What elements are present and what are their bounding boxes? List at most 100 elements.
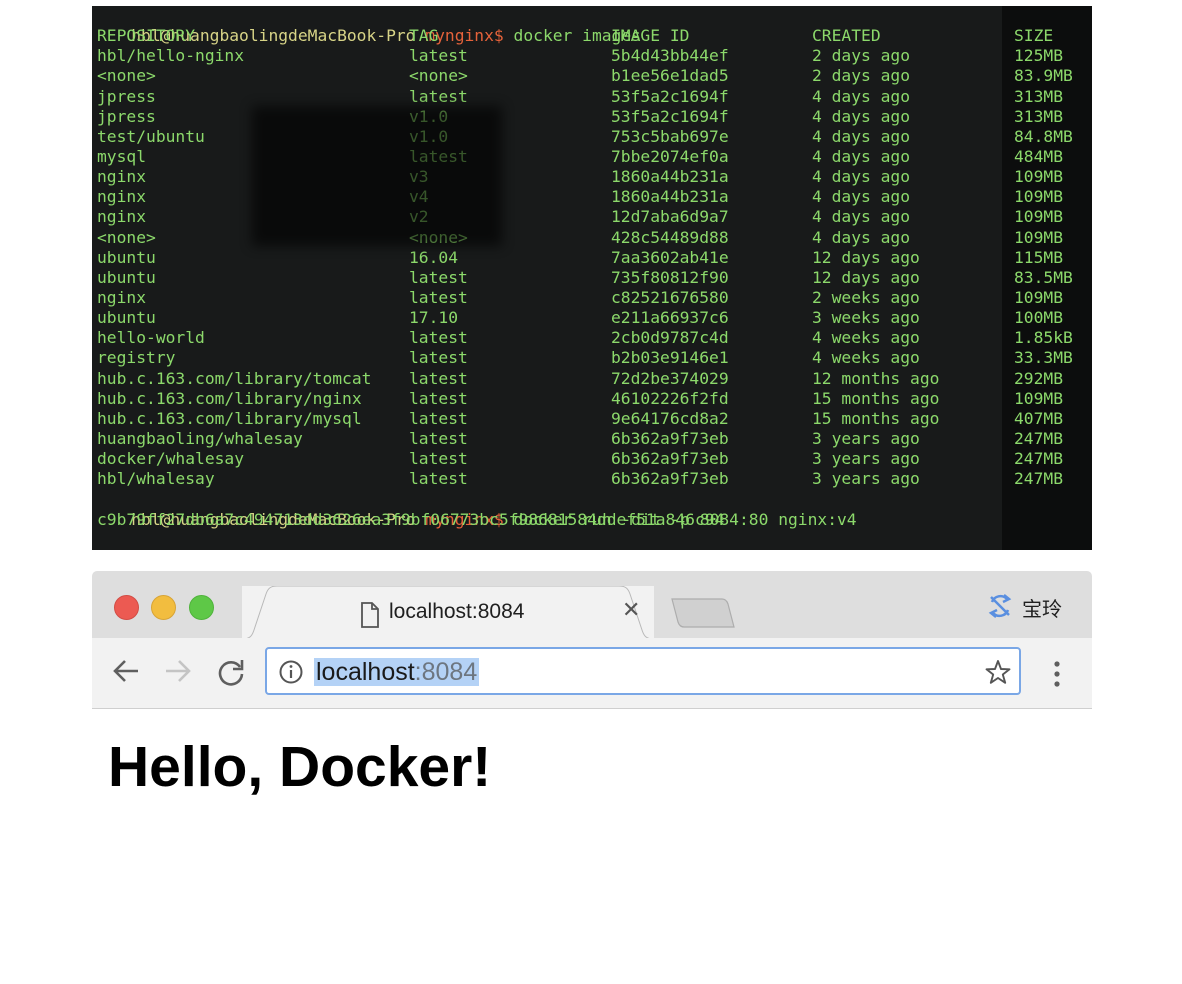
table-row: hub.c.163.com/library/nginx latest 4610222… [92,389,1092,409]
cell-size: 109MB [1014,207,1064,227]
profile-name[interactable]: 宝玲 [1022,593,1062,622]
cell-image-id: e211a66937c6 [611,308,729,328]
cell-size: 84.8MB [1014,126,1073,146]
cell-created: 4 days ago [812,86,911,106]
menu-dots-icon[interactable] [1053,660,1061,688]
cell-tag: latest [409,449,468,469]
cell-created: 12 days ago [812,267,920,287]
cell-created: 15 months ago [812,388,940,408]
info-icon[interactable] [279,660,303,684]
table-row: docker/whalesay latest 6b362a9f73eb 3 years… [92,449,1092,469]
prompt-line-2: hbl@huangbaolingdeMacBook-Pro mynginx$ d… [92,489,1092,529]
cell-size: 125MB [1014,46,1064,66]
cell-repository: nginx [97,207,147,227]
tab-localhost[interactable]: localhost:8084 ✕ [242,586,654,639]
table-row: hub.c.163.com/library/mysql latest 9e64176… [92,409,1092,429]
tab-bar: localhost:8084 ✕ 宝玲 [92,571,1092,639]
cell-size: 109MB [1014,287,1064,307]
cell-image-id: 1860a44b231a [611,167,729,187]
cell-image-id: c82521676580 [611,287,729,307]
address-bar[interactable]: localhost:8084 [265,647,1021,695]
cell-image-id: 1860a44b231a [611,187,729,207]
cell-image-id: 753c5bab697e [611,126,729,146]
cell-created: 4 weeks ago [812,328,920,348]
cell-image-id: 6b362a9f73eb [611,428,729,448]
table-row: nginx v2 12d7aba6d9a7 4 days ago 109MB [92,207,1092,227]
close-window-button[interactable] [114,595,139,620]
cell-tag: latest [409,328,468,348]
bookmark-star-icon[interactable] [985,659,1011,685]
table-row: ubuntu 16.04 7aa3602ab41e 12 days ago 115MB [92,248,1092,268]
page-content: Hello, Docker! [92,709,1092,984]
cell-tag: <none> [409,227,468,247]
cell-tag: 16.04 [409,247,459,267]
cell-created: 4 days ago [812,207,911,227]
minimize-window-button[interactable] [151,595,176,620]
cell-size: 247MB [1014,469,1064,489]
cell-tag: latest [409,86,468,106]
cell-tag: latest [409,469,468,489]
cell-image-id: 12d7aba6d9a7 [611,207,729,227]
cell-tag: latest [409,388,468,408]
cell-size: 247MB [1014,428,1064,448]
cell-image-id: 53f5a2c1694f [611,86,729,106]
sync-icon[interactable] [987,593,1013,619]
cell-size: 1.85kB [1014,328,1073,348]
cell-repository: mysql [97,146,147,166]
terminal-window: hbl@huangbaolingdeMacBook-Pro mynginx$ d… [92,6,1092,550]
cell-created: 4 days ago [812,126,911,146]
tab-title: localhost:8084 [389,600,525,623]
header-created: CREATED [812,26,881,46]
cell-image-id: 7bbe2074ef0a [611,146,729,166]
table-row: registry latest b2b03e9146e1 4 weeks ago 33.… [92,348,1092,368]
cell-created: 15 months ago [812,408,940,428]
cell-created: 4 days ago [812,227,911,247]
table-row: hello-world latest 2cb0d9787c4d 4 weeks ago… [92,328,1092,348]
cell-size: 109MB [1014,187,1064,207]
cell-created: 3 weeks ago [812,308,920,328]
cell-created: 4 days ago [812,167,911,187]
table-row: huangbaoling/whalesay latest 6b362a9f73eb 3… [92,429,1092,449]
cell-size: 109MB [1014,388,1064,408]
prompt-line-1: hbl@huangbaolingdeMacBook-Pro mynginx$ d… [92,6,1092,45]
cell-created: 2 days ago [812,46,911,66]
table-row: nginx latest c82521676580 2 weeks ago 109MB [92,288,1092,308]
cell-size: 247MB [1014,449,1064,469]
cell-image-id: 2cb0d9787c4d [611,328,729,348]
cell-created: 12 days ago [812,247,920,267]
forward-arrow-icon[interactable] [164,658,192,684]
table-row: mysql latest 7bbe2074ef0a 4 days ago 484MB [92,147,1092,167]
command-output: c9b79ff27db6a7c494713dd3626ea3f9bf06773b… [97,509,725,529]
close-icon[interactable]: ✕ [622,598,640,623]
cell-size: 109MB [1014,227,1064,247]
cell-image-id: 9e64176cd8a2 [611,408,729,428]
cell-tag: latest [409,348,468,368]
cell-image-id: 72d2be374029 [611,368,729,388]
prompt-line-3: hbl@huangbaolingdeMacBook-Pro mynginx$ [92,530,1092,551]
cell-created: 3 years ago [812,449,920,469]
cell-size: 115MB [1014,247,1064,267]
cell-tag: 17.10 [409,308,459,328]
page-heading: Hello, Docker! [108,735,492,799]
table-row: jpress v1.0 53f5a2c1694f 4 days ago 313MB [92,107,1092,127]
cell-repository: <none> [97,66,156,86]
maximize-window-button[interactable] [189,595,214,620]
cell-created: 4 weeks ago [812,348,920,368]
url-host: localhost [316,658,415,686]
new-tab-button[interactable] [670,597,736,629]
cell-created: 3 years ago [812,428,920,448]
url-port: :8084 [414,658,478,686]
cell-repository: nginx [97,287,147,307]
cell-image-id: 735f80812f90 [611,267,729,287]
url-text[interactable]: localhost:8084 [314,658,480,686]
cell-tag: latest [409,287,468,307]
cell-tag: latest [409,408,468,428]
cell-repository: hello-world [97,328,205,348]
cell-repository: test/ubuntu [97,126,205,146]
reload-icon[interactable] [217,658,245,686]
cell-size: 313MB [1014,86,1064,106]
cell-tag: v1.0 [409,106,449,126]
cell-tag: latest [409,46,468,66]
cell-size: 313MB [1014,106,1064,126]
back-arrow-icon[interactable] [112,658,140,684]
